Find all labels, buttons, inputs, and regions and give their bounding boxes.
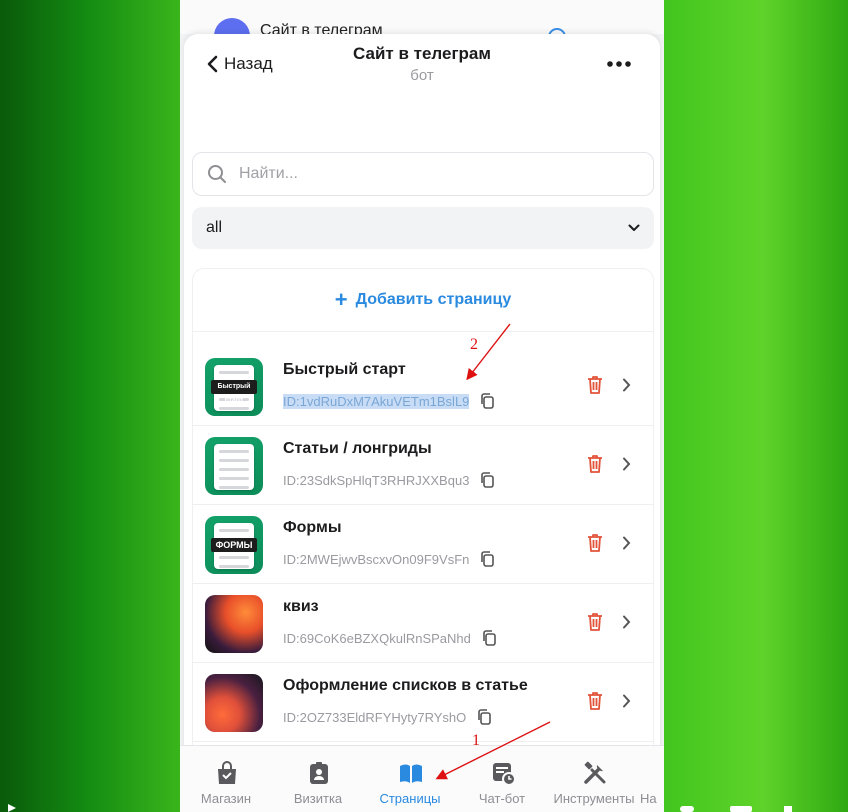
filter-select[interactable]: all	[192, 207, 654, 249]
page-title: Сайт в телеграм	[353, 44, 491, 63]
page-id: ID:2OZ733EldRFYHyty7RYshO	[283, 708, 492, 726]
tools-icon	[584, 761, 606, 784]
book-icon	[400, 764, 422, 783]
list-item[interactable]: ФОРМЫ Формы ID:2MWEjwvBscxvOn09F9VsFn	[193, 505, 653, 584]
chevron-right-icon[interactable]	[622, 378, 631, 392]
annotation-number-1: 1	[472, 732, 480, 749]
chat-bot-icon	[493, 763, 516, 786]
plus-icon: +	[334, 287, 348, 312]
chevron-right-icon[interactable]	[622, 457, 631, 471]
trash-icon[interactable]	[587, 454, 603, 474]
trash-icon[interactable]	[587, 375, 603, 395]
copy-icon[interactable]	[476, 708, 492, 726]
page-name: Оформление списков в статье	[283, 677, 528, 694]
page-id: ID:23SdkSpHlqT3RHRJXXBqu3	[283, 471, 495, 489]
page-thumbnail	[205, 595, 263, 653]
page-id-text: ID:69CoK6eBZXQkulRnSPaNhd	[283, 630, 471, 646]
annotation-number-2: 2	[470, 336, 478, 353]
page-id: ID:69CoK6eBZXQkulRnSPaNhd	[283, 629, 497, 647]
add-page-label: Добавить страницу	[355, 291, 512, 308]
video-player-bar	[8, 804, 792, 812]
search-input[interactable]	[237, 164, 621, 184]
page-subtitle: бот	[410, 67, 434, 84]
more-menu-icon[interactable]	[606, 58, 632, 70]
copy-icon[interactable]	[481, 629, 497, 647]
page-name: Статьи / лонгриды	[283, 440, 432, 457]
trash-icon[interactable]	[587, 612, 603, 632]
chevron-down-icon	[628, 224, 640, 231]
copy-icon[interactable]	[479, 471, 495, 489]
page-id-text: ID:23SdkSpHlqT3RHRJXXBqu3	[283, 472, 470, 488]
badge-icon	[310, 762, 328, 784]
page-name: квиз	[283, 598, 319, 615]
thumbnail-label: Быстрый старт	[211, 380, 257, 404]
video-control-icon	[784, 806, 792, 812]
play-icon	[8, 804, 16, 812]
copy-icon[interactable]	[479, 550, 495, 568]
pages-list: + Добавить страницу Быстрый старт Быстры…	[192, 268, 654, 758]
page-thumbnail: Быстрый старт	[205, 358, 263, 416]
page-name: Формы	[283, 519, 342, 536]
video-control-icon	[680, 806, 694, 812]
thumbnail-label: ФОРМЫ	[211, 538, 257, 552]
page-id: ID:2MWEjwvBscxvOn09F9VsFn	[283, 550, 495, 568]
copy-icon[interactable]	[479, 392, 495, 410]
pages-sheet: Назад Сайт в телеграм бот all + Добавить…	[184, 34, 660, 812]
list-item[interactable]: квиз ID:69CoK6eBZXQkulRnSPaNhd	[193, 584, 653, 663]
search-field[interactable]	[192, 152, 654, 196]
add-page-button[interactable]: + Добавить страницу	[193, 269, 653, 332]
page-name: Быстрый старт	[283, 361, 406, 378]
trash-icon[interactable]	[587, 691, 603, 711]
chevron-right-icon[interactable]	[622, 694, 631, 708]
list-item[interactable]: Быстрый старт Быстрый старт ID:1vdRuDxM7…	[193, 347, 653, 426]
trash-icon[interactable]	[587, 533, 603, 553]
phone-screen: Сайт в телеграм Назад Сайт в телеграм бо…	[180, 0, 664, 812]
page-thumbnail	[205, 437, 263, 495]
list-item[interactable]: Статьи / лонгриды ID:23SdkSpHlqT3RHRJXXB…	[193, 426, 653, 505]
page-id: ID:1vdRuDxM7AkuVETm1BslL9	[283, 392, 495, 410]
list-item[interactable]: Оформление списков в статье ID:2OZ733Eld…	[193, 663, 653, 742]
page-thumbnail	[205, 674, 263, 732]
background-chat-strip: Сайт в телеграм	[180, 0, 664, 54]
page-id-text: ID:2MWEjwvBscxvOn09F9VsFn	[283, 551, 470, 567]
chevron-right-icon[interactable]	[622, 615, 631, 629]
chevron-right-icon[interactable]	[622, 536, 631, 550]
page-id-text: ID:1vdRuDxM7AkuVETm1BslL9	[283, 393, 470, 409]
video-control-icon	[730, 806, 752, 812]
filter-selected-value: all	[206, 219, 223, 236]
shop-bag-icon	[218, 761, 236, 784]
page-thumbnail: ФОРМЫ	[205, 516, 263, 574]
page-id-text: ID:2OZ733EldRFYHyty7RYshO	[283, 709, 467, 725]
search-icon	[208, 165, 226, 183]
